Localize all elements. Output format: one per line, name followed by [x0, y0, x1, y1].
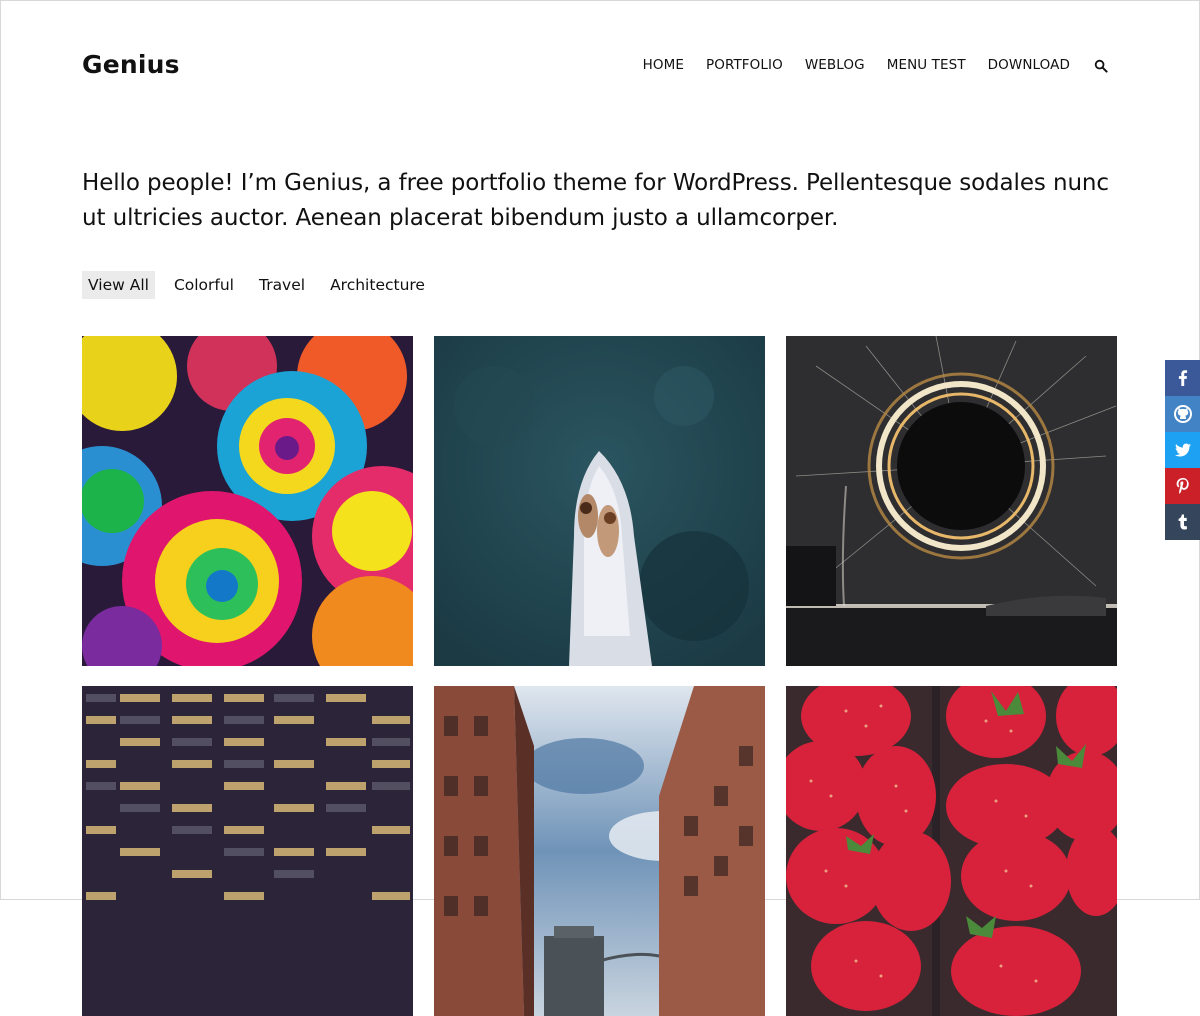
- roses-image: [82, 336, 413, 666]
- nav-menu-test[interactable]: MENU TEST: [887, 57, 966, 73]
- boat-image: [434, 336, 765, 666]
- main-nav: HOME PORTFOLIO WEBLOG MENU TEST DOWNLOAD: [621, 57, 1108, 73]
- tumblr-share-button[interactable]: [1165, 504, 1200, 540]
- site-title[interactable]: Genius: [82, 50, 180, 79]
- filter-architecture[interactable]: Architecture: [324, 271, 431, 299]
- bridge-image: [434, 686, 765, 1016]
- filter-colorful[interactable]: Colorful: [168, 271, 240, 299]
- strawberries-image: [786, 686, 1117, 1016]
- facebook-share-button[interactable]: [1165, 360, 1200, 396]
- portfolio-item-boat[interactable]: [434, 336, 765, 666]
- nav-download[interactable]: DOWNLOAD: [988, 57, 1070, 73]
- portfolio-item-strawberries[interactable]: [786, 686, 1117, 1016]
- portfolio-item-roses[interactable]: [82, 336, 413, 666]
- intro-text: Hello people! I’m Genius, a free portfol…: [82, 170, 1109, 231]
- portfolio-item-bridge[interactable]: [434, 686, 765, 1016]
- building-image: [82, 686, 413, 1016]
- social-share-bar: [1165, 360, 1200, 540]
- nav-weblog[interactable]: WEBLOG: [805, 57, 865, 73]
- twitter-icon: [1174, 443, 1191, 457]
- portfolio-item-building[interactable]: [82, 686, 413, 1016]
- filter-travel[interactable]: Travel: [253, 271, 311, 299]
- twitter-share-button[interactable]: [1165, 432, 1200, 468]
- tumblr-icon: [1178, 514, 1187, 530]
- github-share-button[interactable]: [1165, 396, 1200, 432]
- steel-wool-image: [786, 336, 1117, 666]
- nav-home[interactable]: HOME: [643, 57, 684, 73]
- nav-portfolio[interactable]: PORTFOLIO: [706, 57, 783, 73]
- github-icon: [1173, 405, 1192, 423]
- pinterest-icon: [1176, 478, 1189, 494]
- pinterest-share-button[interactable]: [1165, 468, 1200, 504]
- facebook-icon: [1178, 370, 1187, 386]
- portfolio-filters: View All Colorful Travel Architecture: [82, 271, 444, 299]
- portfolio-item-steel-wool[interactable]: [786, 336, 1117, 666]
- search-icon[interactable]: [1094, 58, 1108, 73]
- filter-view-all[interactable]: View All: [82, 271, 155, 299]
